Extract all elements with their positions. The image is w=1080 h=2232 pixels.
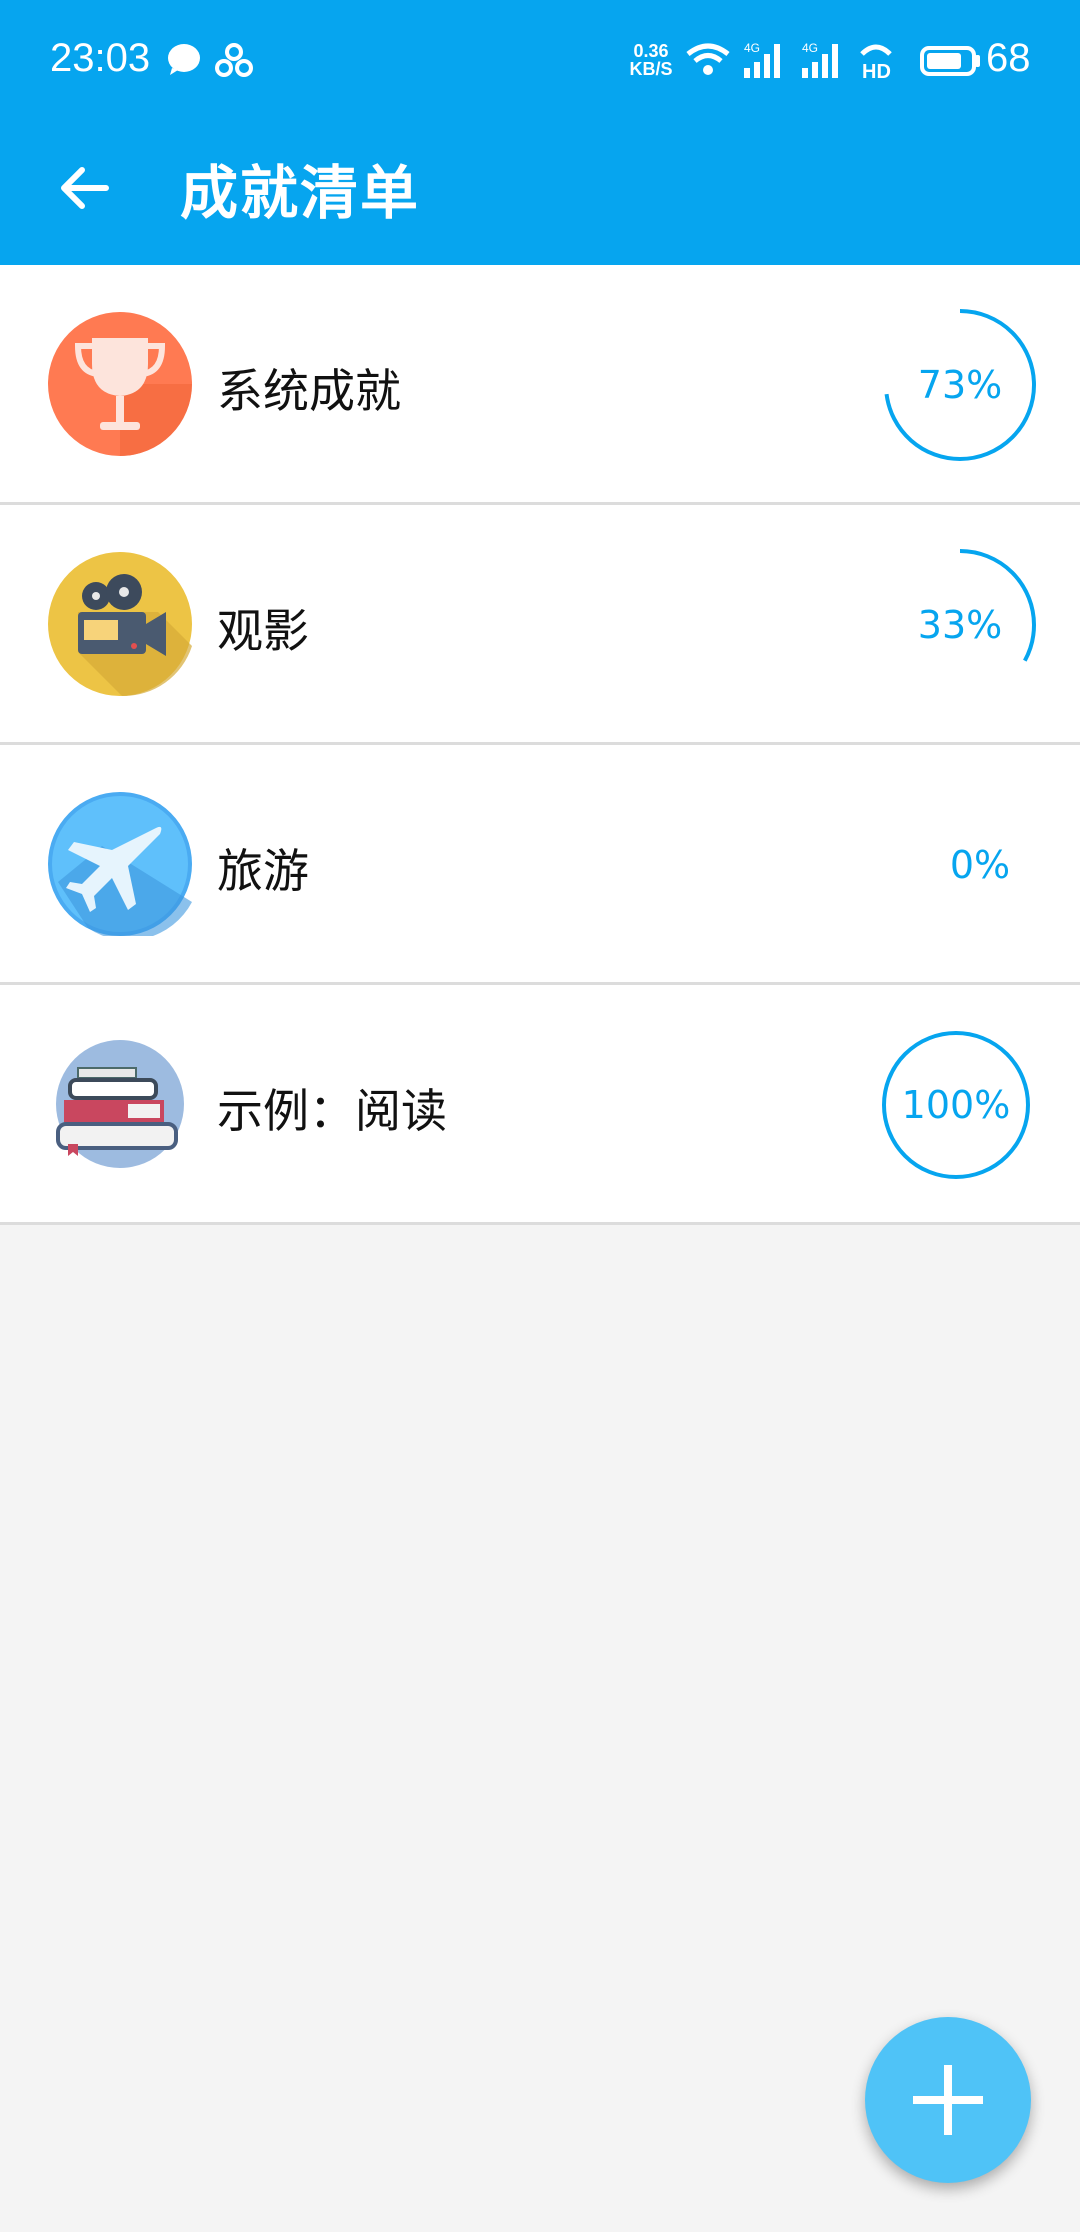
status-time: 23:03	[50, 36, 151, 80]
achievement-list: 系统成就 73% 观影 33% 旅游 0% 示例：阅读 100%	[0, 265, 1080, 1225]
svg-text:HD: HD	[862, 61, 891, 80]
chat-notification-icon	[168, 44, 200, 75]
achievement-row-movies[interactable]: 观影 33%	[0, 505, 1080, 745]
progress-ring: 73%	[884, 309, 1036, 461]
app-bar: 23:03 0.36 KB/S 4G 4G HD 68 成就清单	[0, 0, 1080, 265]
movie-camera-icon	[48, 552, 192, 696]
status-icons: 4G 4G HD	[686, 41, 980, 80]
net-speed-value: 0.36	[633, 41, 669, 61]
back-arrow-icon[interactable]	[52, 156, 116, 220]
add-button[interactable]	[865, 2017, 1031, 2183]
progress-text: 0%	[950, 843, 1010, 887]
books-icon	[56, 1040, 184, 1168]
net-speed: 0.36 KB/S	[626, 42, 676, 78]
svg-text:4G: 4G	[744, 41, 760, 55]
achievement-row-travel[interactable]: 旅游 0%	[0, 745, 1080, 985]
progress-text: 100%	[902, 1083, 1011, 1127]
app-notification-icon	[215, 43, 253, 77]
achievement-label: 旅游	[217, 844, 309, 898]
achievement-label: 示例：阅读	[217, 1084, 447, 1138]
progress-ring: 100%	[882, 1031, 1030, 1179]
page-title: 成就清单	[180, 159, 421, 227]
progress-text: 73%	[918, 363, 1002, 407]
achievement-row-system[interactable]: 系统成就 73%	[0, 265, 1080, 505]
status-bar: 23:03 0.36 KB/S 4G 4G HD 68	[0, 0, 1080, 120]
svg-text:4G: 4G	[802, 41, 818, 55]
achievement-label: 系统成就	[217, 364, 401, 418]
net-speed-unit: KB/S	[629, 59, 673, 79]
battery-icon	[920, 46, 980, 76]
battery-level: 68	[986, 36, 1031, 80]
wifi-icon	[686, 43, 730, 75]
hd-call-icon: HD	[860, 44, 892, 80]
progress-ring: 0%	[950, 843, 1010, 887]
achievement-row-reading[interactable]: 示例：阅读 100%	[0, 985, 1080, 1225]
airplane-icon	[48, 792, 192, 936]
signal-2-icon: 4G	[802, 41, 838, 78]
trophy-icon	[48, 312, 192, 456]
progress-text: 33%	[918, 603, 1002, 647]
signal-1-icon: 4G	[744, 41, 780, 78]
progress-ring: 33%	[884, 549, 1036, 701]
plus-icon	[913, 2065, 983, 2135]
toolbar: 成就清单	[0, 120, 1080, 265]
achievement-label: 观影	[217, 604, 309, 658]
